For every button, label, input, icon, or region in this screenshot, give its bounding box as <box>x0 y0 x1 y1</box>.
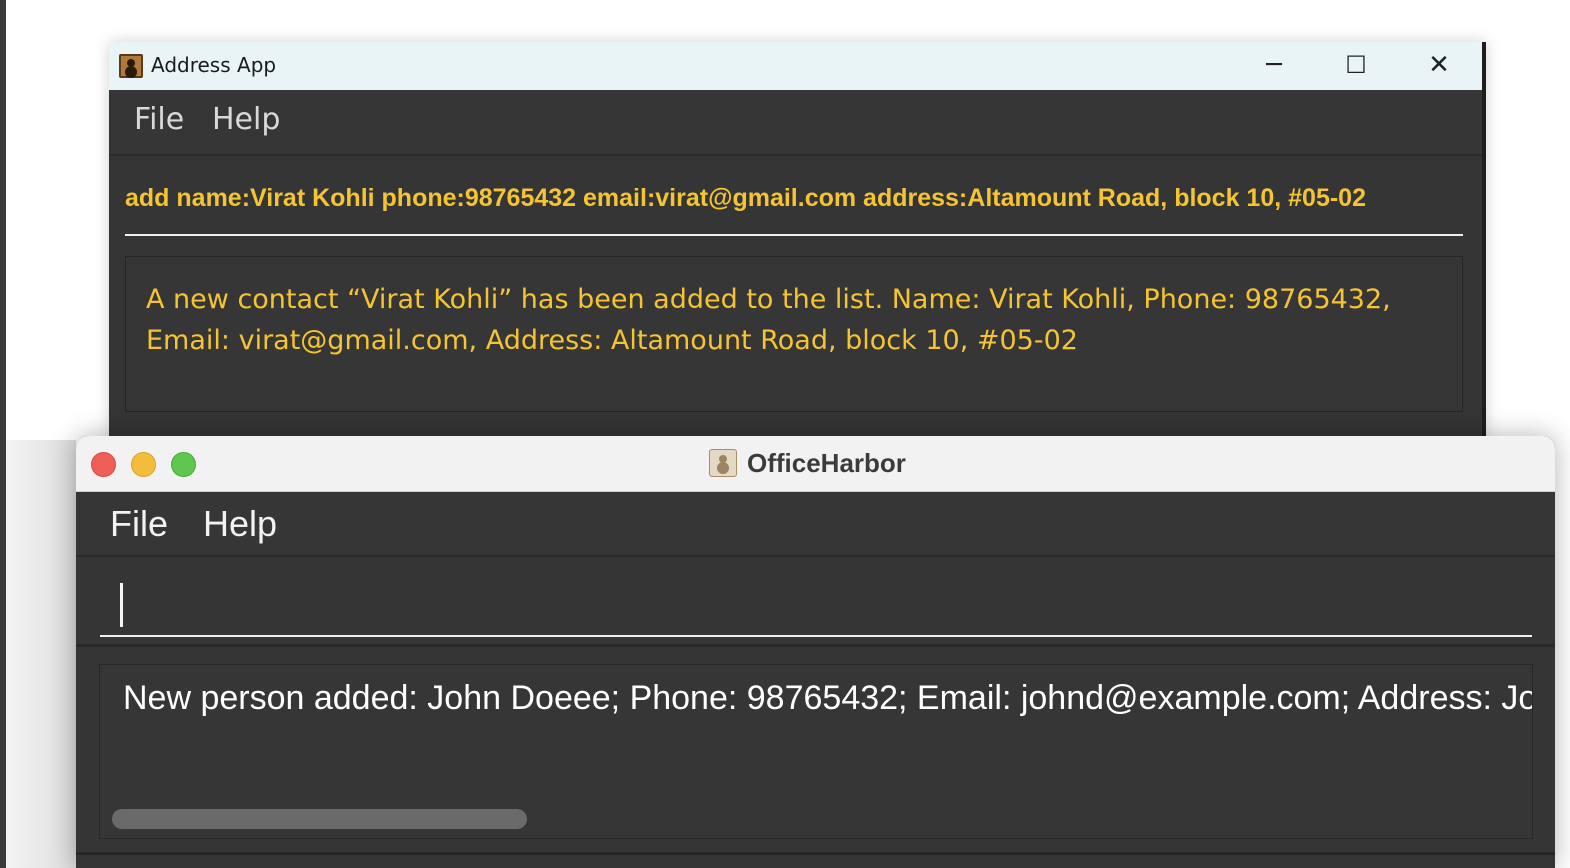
zoom-button[interactable] <box>171 452 196 477</box>
menu-file[interactable]: File <box>110 503 168 545</box>
command-box[interactable]: add name:Virat Kohli phone:98765432 emai… <box>109 154 1482 244</box>
menu-help[interactable]: Help <box>212 102 280 137</box>
address-app-window: Address App ─ ☐ ✕ File Help add name:Vir… <box>109 42 1486 442</box>
result-message: A new contact “Virat Kohli” has been add… <box>146 284 1391 356</box>
address-app-titlebar[interactable]: Address App ─ ☐ ✕ <box>109 42 1482 90</box>
officeharbor-titlebar[interactable]: OfficeHarbor <box>76 436 1555 492</box>
text-caret <box>120 583 123 627</box>
desktop-background <box>6 440 76 868</box>
command-input-text[interactable]: add name:Virat Kohli phone:98765432 emai… <box>125 184 1366 213</box>
command-input-underline <box>125 234 1463 236</box>
menu-bar: File Help <box>109 90 1482 154</box>
window-title: Address App <box>151 53 277 77</box>
menu-file[interactable]: File <box>134 102 184 137</box>
horizontal-scrollbar[interactable] <box>112 809 527 829</box>
close-button[interactable] <box>91 452 116 477</box>
window-title: OfficeHarbor <box>747 448 906 478</box>
command-input[interactable] <box>100 571 1532 637</box>
minimize-button[interactable] <box>131 452 156 477</box>
officeharbor-window: OfficeHarbor File Help New person added:… <box>76 436 1555 868</box>
panel-divider <box>76 852 1555 868</box>
address-book-icon <box>119 54 143 78</box>
address-book-icon <box>709 449 737 477</box>
menu-help[interactable]: Help <box>203 503 277 545</box>
maximize-icon[interactable]: ☐ <box>1315 42 1397 88</box>
minimize-icon[interactable]: ─ <box>1233 42 1315 88</box>
result-message: New person added: John Doeee; Phone: 987… <box>123 679 1533 717</box>
command-box <box>76 555 1555 647</box>
menu-bar: File Help <box>76 493 1555 555</box>
result-display: A new contact “Virat Kohli” has been add… <box>125 256 1463 412</box>
close-icon[interactable]: ✕ <box>1398 42 1480 88</box>
result-display[interactable]: New person added: John Doeee; Phone: 987… <box>99 664 1533 839</box>
